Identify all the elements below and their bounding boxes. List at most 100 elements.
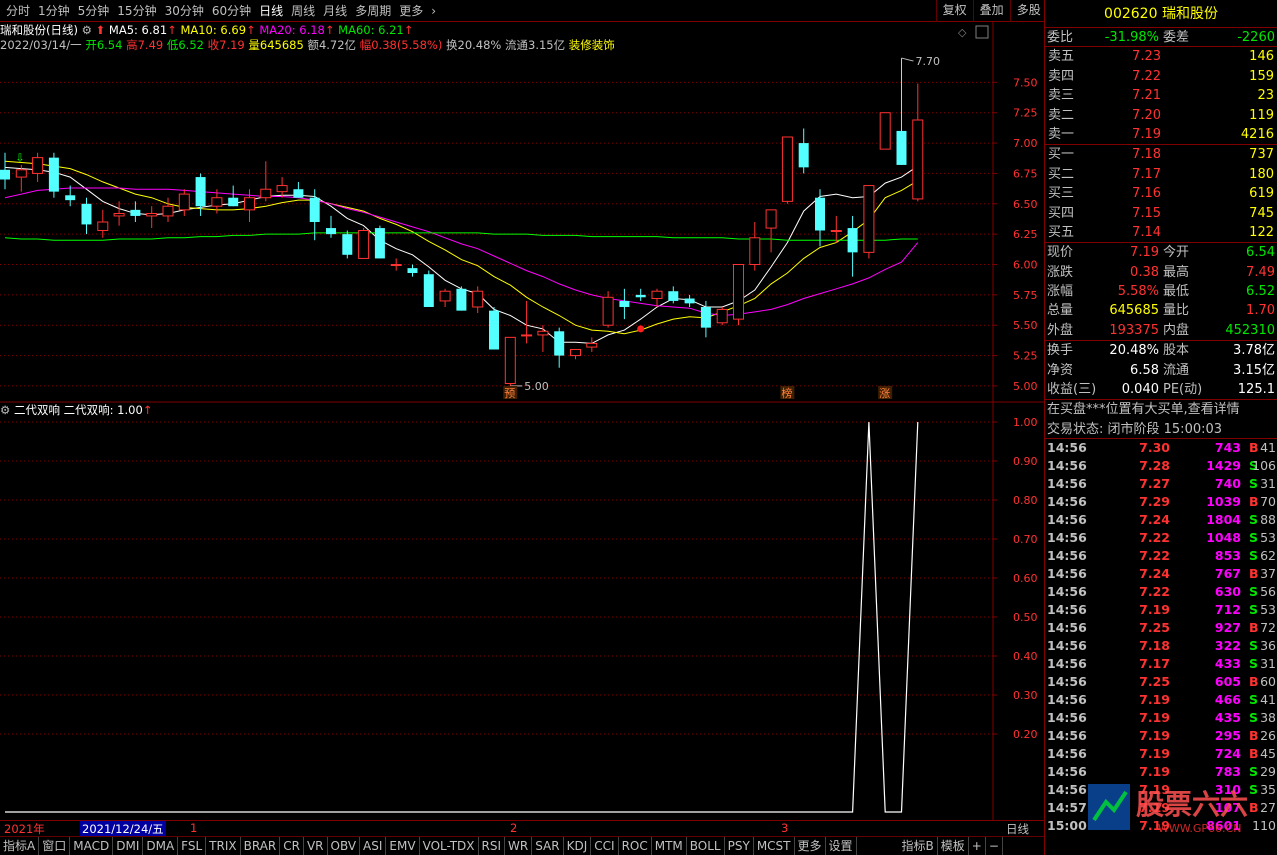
price-tick-label: 5.75: [1013, 289, 1038, 302]
ask-level[interactable]: 卖四 7.22 159: [1045, 67, 1277, 86]
bar-turnover: 换20.48%: [446, 38, 502, 52]
tick-direction: B: [1249, 440, 1259, 456]
indicator-tick-label: 0.70: [1013, 533, 1038, 546]
candle-body: [342, 234, 353, 255]
indicator-tab[interactable]: 指标B: [899, 837, 938, 855]
candle-body: [65, 195, 76, 201]
candle-body: [651, 290, 663, 300]
settings-icon[interactable]: ⚙: [82, 23, 92, 37]
candle-body: [733, 264, 744, 320]
stat-value: 1.70: [1246, 303, 1275, 319]
toolbar-button[interactable]: 复权: [935, 0, 973, 22]
tick-price: 7.25: [1139, 620, 1170, 636]
period-tab[interactable]: 15分钟: [113, 0, 160, 22]
tick-price: 7.22: [1139, 548, 1170, 564]
period-tab[interactable]: 日线: [255, 0, 287, 22]
industry-label[interactable]: 装修装饰: [569, 38, 615, 52]
bid-level[interactable]: 买二 7.17 180: [1045, 165, 1277, 184]
indicator-tab[interactable]: 窗口: [39, 837, 71, 855]
period-tab[interactable]: 更多: [395, 0, 427, 22]
indicator-tab[interactable]: EMV: [386, 837, 420, 855]
tick-direction: S: [1249, 764, 1259, 780]
stat-value: 3.15亿: [1233, 362, 1275, 378]
indicator-tab[interactable]: RSI: [479, 837, 506, 855]
indicator-tab[interactable]: KDJ: [564, 837, 592, 855]
indicator-tab[interactable]: SAR: [532, 837, 564, 855]
big-order-notice[interactable]: 在买盘***位置有大买单,查看详情: [1045, 400, 1277, 419]
level-price: 7.22: [1132, 68, 1161, 84]
toolbar-button[interactable]: 叠加: [972, 0, 1010, 22]
toolbar-button[interactable]: 多股: [1009, 0, 1047, 22]
indicator-tab[interactable]: DMA: [143, 837, 179, 855]
ask-level[interactable]: 卖五 7.23 146: [1045, 47, 1277, 66]
tick-time: 14:56: [1047, 566, 1087, 582]
bid-level[interactable]: 买四 7.15 745: [1045, 204, 1277, 223]
indicator-tab[interactable]: 设置: [826, 837, 857, 855]
indicator-tab[interactable]: CCI: [591, 837, 619, 855]
indicator-settings-icon[interactable]: ⚙: [0, 403, 10, 417]
candle-body: [456, 288, 467, 311]
candle-body: [97, 221, 109, 231]
indicator-tab[interactable]: WR: [505, 837, 533, 855]
event-tag: 涨: [879, 387, 890, 400]
level-label: 买三: [1048, 186, 1075, 202]
ask-level[interactable]: 卖二 7.20 119: [1045, 106, 1277, 125]
candle-body: [716, 308, 728, 324]
bar-volume: 量645685: [248, 38, 304, 52]
period-tab[interactable]: 周线: [287, 0, 319, 22]
tick-time: 14:56: [1047, 476, 1087, 492]
ask-level[interactable]: 卖一 7.19 4216: [1045, 125, 1277, 144]
tick-volume: 724: [1214, 746, 1241, 762]
tick-row: 14:56 7.24 767 B 37: [1045, 565, 1277, 583]
period-tabs: 分时 1分钟 5分钟 15分钟 30分钟 60分钟 日线 周线 月线 多周期 更多 ›: [2, 0, 440, 22]
indicator-tab[interactable]: MTM: [652, 837, 687, 855]
indicator-tab[interactable]: −: [986, 837, 1003, 855]
indicator-tab[interactable]: BRAR: [241, 837, 281, 855]
stat-label: 量比: [1163, 303, 1190, 319]
level-volume: 119: [1249, 107, 1274, 123]
indicator-tab[interactable]: VR: [304, 837, 328, 855]
ask-level[interactable]: 卖三 7.21 23: [1045, 86, 1277, 105]
indicator-tab[interactable]: TRIX: [206, 837, 241, 855]
tick-row: 14:56 7.19 435 S 38: [1045, 709, 1277, 727]
stat-label: 最低: [1163, 284, 1190, 300]
stat-label: 外盘: [1047, 322, 1074, 338]
indicator-tab[interactable]: VOL-TDX: [420, 837, 479, 855]
bid-level[interactable]: 买五 7.14 122: [1045, 223, 1277, 242]
candle-body: [293, 189, 304, 198]
period-tab[interactable]: 1分钟: [34, 0, 74, 22]
indicator-tab[interactable]: BOLL: [687, 837, 725, 855]
indicator-tab[interactable]: DMI: [113, 837, 144, 855]
indicator-tab[interactable]: +: [969, 837, 986, 855]
indicator-tab[interactable]: 指标A: [0, 837, 40, 855]
chevron-right-icon[interactable]: ›: [427, 0, 440, 22]
level-label: 卖二: [1048, 107, 1075, 123]
indicator-tab[interactable]: 更多: [795, 837, 826, 855]
period-tab[interactable]: 60分钟: [208, 0, 255, 22]
weibi-row: 委比 -31.98% 委差 -2260: [1045, 28, 1277, 48]
period-tab[interactable]: 多周期: [351, 0, 395, 22]
period-tab[interactable]: 5分钟: [74, 0, 114, 22]
indicator-tab[interactable]: MCST: [754, 837, 795, 855]
indicator-tab[interactable]: FSL: [178, 837, 207, 855]
stat-value: 452310: [1225, 322, 1275, 338]
tick-count: 41: [1260, 692, 1276, 708]
level-price: 7.18: [1132, 147, 1161, 163]
indicator-tab[interactable]: ASI: [360, 837, 387, 855]
indicator-tab[interactable]: OBV: [328, 837, 361, 855]
tick-list[interactable]: 14:56 7.30 743 B 41 14:56 7.28 1429 S 106 14:56 7.2…: [1045, 439, 1277, 835]
period-tab[interactable]: 分时: [2, 0, 34, 22]
bid-level[interactable]: 买三 7.16 619: [1045, 184, 1277, 203]
kline-chart[interactable]: 5.00 5.25 5.50 5.75 6.00 6.25 6.50 6.75 7.00 7.25…: [0, 22, 1044, 842]
indicator-tab[interactable]: PSY: [725, 837, 754, 855]
period-tab[interactable]: 月线: [319, 0, 351, 22]
indicator-tab[interactable]: CR: [280, 837, 304, 855]
price-tick-label: 5.50: [1013, 319, 1038, 332]
tick-direction: B: [1249, 746, 1259, 762]
period-tab[interactable]: 30分钟: [161, 0, 208, 22]
indicator-tab[interactable]: ROC: [619, 837, 652, 855]
bid-level[interactable]: 买一 7.18 737: [1045, 145, 1277, 164]
indicator-tab[interactable]: 模板: [938, 837, 969, 855]
indicator-tab[interactable]: MACD: [70, 837, 114, 855]
tick-price: 7.28: [1139, 458, 1170, 474]
